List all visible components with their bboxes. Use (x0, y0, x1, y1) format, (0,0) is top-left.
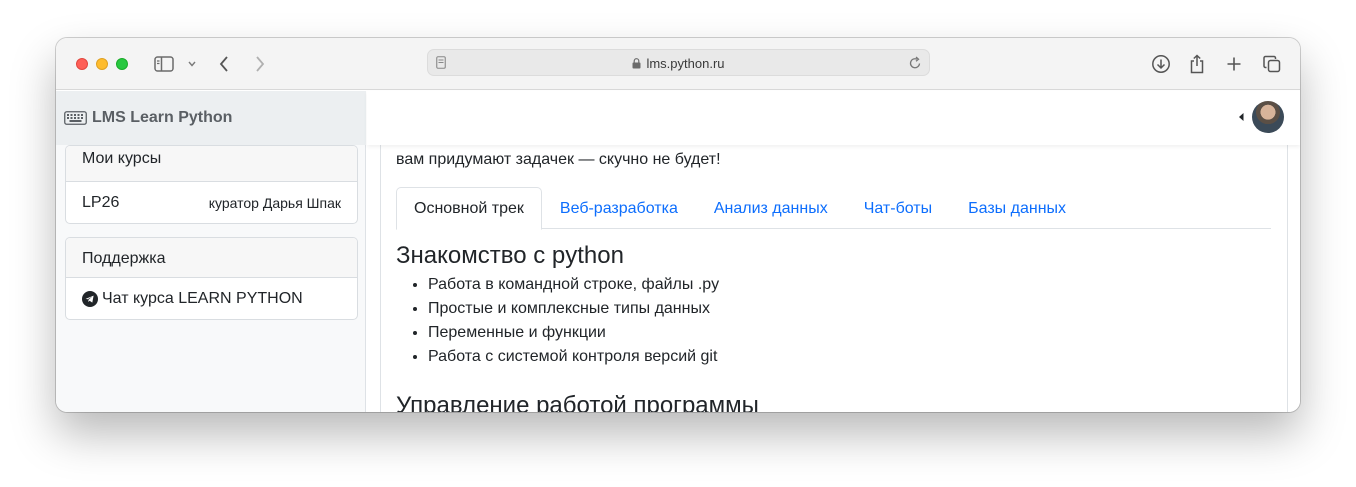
my-courses-card: Мои курсы LP26 куратор Дарья Шпак (65, 145, 358, 224)
track-tabs: Основной трек Веб-разработка Анализ данн… (396, 187, 1271, 230)
caret-left-icon[interactable] (1239, 113, 1244, 121)
url-text: lms.python.ru (646, 56, 725, 71)
new-tab-icon[interactable] (1224, 52, 1244, 76)
telegram-icon (82, 290, 98, 307)
tab-databases[interactable]: Базы данных (950, 187, 1084, 229)
user-avatar[interactable] (1252, 101, 1284, 133)
browser-toolbar: lms.python.ru (56, 38, 1300, 90)
tab-overview-icon[interactable] (1261, 52, 1283, 76)
intro-text: вам придумают задачек — скучно не будет! (396, 151, 721, 168)
reload-icon[interactable] (909, 56, 922, 70)
section-topic-list: Работа в командной строке, файлы .py Про… (428, 273, 719, 369)
brand-link[interactable]: LMS Learn Python (56, 91, 366, 145)
back-icon[interactable] (216, 52, 232, 76)
section-title: Знакомство с python (396, 242, 624, 269)
url-display: lms.python.ru (428, 56, 929, 71)
browser-window: lms.python.ru Мои курсы LP26 куратор Дар… (56, 38, 1300, 412)
forward-icon[interactable] (252, 52, 268, 76)
list-item: Простые и комплексные типы данных (428, 297, 719, 321)
lock-icon (632, 58, 641, 69)
tab-chat-bots[interactable]: Чат-боты (846, 187, 950, 229)
brand-title[interactable]: LMS Learn Python (92, 109, 232, 127)
support-header: Поддержка (66, 238, 357, 278)
course-chat-label[interactable]: Чат курса LEARN PYTHON (102, 290, 303, 308)
course-chat-link[interactable]: Чат курса LEARN PYTHON (66, 278, 357, 319)
close-window-button[interactable] (76, 58, 88, 70)
share-icon[interactable] (1187, 52, 1207, 76)
course-row[interactable]: LP26 куратор Дарья Шпак (66, 182, 357, 223)
keyboard-icon (64, 111, 87, 125)
course-name[interactable]: LP26 (82, 194, 119, 212)
my-courses-header: Мои курсы (66, 146, 357, 182)
zoom-window-button[interactable] (116, 58, 128, 70)
curator-label: куратор Дарья Шпак (208, 194, 341, 211)
support-card: Поддержка Чат курса LEARN PYTHON (65, 237, 358, 320)
chevron-down-icon[interactable] (186, 52, 198, 76)
section-title: Управление работой программы (396, 392, 759, 412)
tab-web-development[interactable]: Веб-разработка (542, 187, 696, 229)
sidebar-toggle-icon[interactable] (152, 52, 176, 76)
tab-data-analysis[interactable]: Анализ данных (696, 187, 846, 229)
list-item: Работа в командной строке, файлы .py (428, 273, 719, 297)
list-item: Переменные и функции (428, 321, 719, 345)
list-item: Работа с системой контроля версий git (428, 345, 719, 369)
main-content: вам придумают задачек — скучно не будет!… (367, 145, 1300, 412)
content-topbar (367, 91, 1300, 145)
tab-main-track[interactable]: Основной трек (396, 187, 542, 230)
minimize-window-button[interactable] (96, 58, 108, 70)
downloads-icon[interactable] (1150, 52, 1172, 76)
address-bar[interactable]: lms.python.ru (427, 49, 930, 76)
